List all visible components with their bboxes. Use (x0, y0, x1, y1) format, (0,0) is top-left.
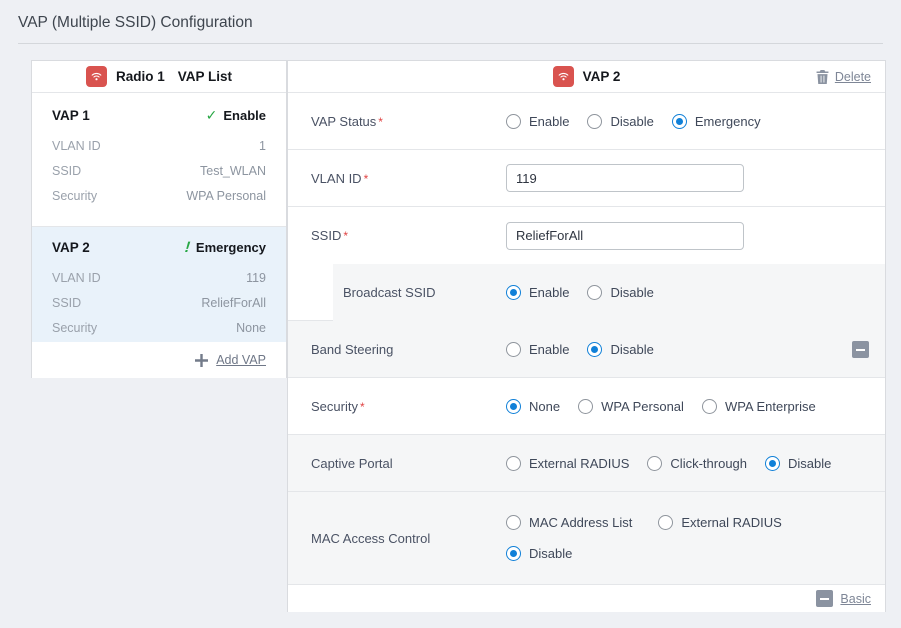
vap2-vlan-row: VLAN ID 119 (52, 265, 266, 290)
check-icon: ✓ (206, 107, 218, 124)
vap1-security-row: Security WPA Personal (52, 183, 266, 208)
collapse-band-steering-button[interactable] (852, 341, 869, 358)
radio-label: Radio 1 (116, 69, 165, 84)
radio-option-enable[interactable]: Enable (506, 114, 569, 129)
collapse-basic-button[interactable] (816, 590, 833, 607)
radio-option-enable[interactable]: Enable (506, 342, 569, 357)
security-row: Security* None WPA Personal WPA Enterpri… (288, 378, 885, 435)
vap1-ssid-row: SSID Test_WLAN (52, 158, 266, 183)
title-divider (18, 43, 883, 44)
radio-icon (506, 114, 521, 129)
radio-icon-checked (587, 342, 602, 357)
radio-option-disable[interactable]: Disable (765, 456, 831, 471)
ssid-section: SSID* Broadcast SSID Enable Disable (288, 207, 885, 321)
vap-list-panel: Radio 1 VAP List VAP 1 ✓ Enable VLAN ID … (31, 60, 287, 378)
radio-option-wpa-enterprise[interactable]: WPA Enterprise (702, 399, 816, 414)
broadcast-ssid-row: Broadcast SSID Enable Disable (333, 264, 885, 321)
radio-option-enable[interactable]: Enable (506, 285, 569, 300)
vlan-id-label: VLAN ID (311, 171, 362, 186)
vap-detail-header: VAP 2 Delete (288, 61, 885, 93)
required-mark: * (378, 115, 383, 129)
radio-icon-checked (765, 456, 780, 471)
vap1-status-label: Enable (223, 108, 266, 123)
security-label: Security (311, 399, 358, 414)
radio-option-click-through[interactable]: Click-through (647, 456, 747, 471)
radio-icon (647, 456, 662, 471)
vlan-id-row: VLAN ID* (288, 150, 885, 207)
radio-icon (587, 114, 602, 129)
radio-icon (506, 515, 521, 530)
detail-footer: Basic (288, 585, 885, 612)
radio-icon (658, 515, 673, 530)
vap-status-row: VAP Status* Enable Disable Emergency (288, 93, 885, 150)
ssid-row: SSID* (288, 207, 885, 264)
plus-icon (195, 354, 208, 367)
captive-portal-label: Captive Portal (311, 456, 506, 471)
exclamation-icon: ! (184, 239, 191, 256)
radio-icon-checked (506, 285, 521, 300)
required-mark: * (343, 229, 348, 243)
ssid-input[interactable] (506, 222, 744, 250)
trash-icon (816, 70, 829, 84)
mac-access-control-label: MAC Access Control (311, 492, 506, 584)
delete-label: Delete (835, 70, 871, 84)
vap1-name: VAP 1 (52, 108, 90, 123)
radio-option-disable[interactable]: Disable (587, 342, 653, 357)
radio-option-disable[interactable]: Disable (506, 546, 572, 561)
band-steering-row: Band Steering Enable Disable (288, 321, 885, 378)
vap2-ssid-row: SSID ReliefForAll (52, 290, 266, 315)
radio-icon (587, 285, 602, 300)
vap-detail-panel: VAP 2 Delete VAP Status* Enable Disable … (287, 60, 886, 612)
radio-icon-checked (672, 114, 687, 129)
required-mark: * (360, 400, 365, 414)
band-steering-label: Band Steering (311, 342, 506, 357)
vap2-status-badge: ! Emergency (185, 239, 266, 256)
required-mark: * (364, 172, 369, 186)
vap2-status-label: Emergency (196, 240, 266, 255)
page-title: VAP (Multiple SSID) Configuration (18, 14, 253, 32)
radio-option-external-radius[interactable]: External RADIUS (658, 515, 781, 530)
radio-icon (506, 456, 521, 471)
captive-portal-row: Captive Portal External RADIUS Click-thr… (288, 435, 885, 492)
mac-access-control-row: MAC Access Control MAC Address List Exte… (288, 492, 885, 585)
vap-list-title: VAP List (178, 69, 232, 84)
ssid-label: SSID (311, 228, 341, 243)
radio-icon-checked (506, 546, 521, 561)
basic-toggle-link[interactable]: Basic (840, 592, 871, 606)
radio-option-disable[interactable]: Disable (587, 285, 653, 300)
radio-option-mac-address-list[interactable]: MAC Address List (506, 515, 632, 530)
vap-list-item-vap1[interactable]: VAP 1 ✓ Enable VLAN ID 1 SSID Test_WLAN … (32, 93, 286, 227)
add-vap-button[interactable]: Add VAP (216, 353, 266, 367)
radio-icon (506, 342, 521, 357)
radio-option-disable[interactable]: Disable (587, 114, 653, 129)
vap-status-label: VAP Status (311, 114, 376, 129)
vap-list-header: Radio 1 VAP List (32, 61, 286, 93)
radio-icon (702, 399, 717, 414)
wifi-icon (86, 66, 107, 87)
vap2-security-row: Security None (52, 315, 266, 340)
radio-icon (578, 399, 593, 414)
add-vap-row: Add VAP (32, 342, 286, 378)
wifi-icon (553, 66, 574, 87)
radio-option-wpa-personal[interactable]: WPA Personal (578, 399, 684, 414)
radio-icon-checked (506, 399, 521, 414)
vap2-name: VAP 2 (52, 240, 90, 255)
radio-option-none[interactable]: None (506, 399, 560, 414)
broadcast-ssid-label: Broadcast SSID (343, 285, 506, 300)
radio-option-external-radius[interactable]: External RADIUS (506, 456, 629, 471)
vap-detail-title: VAP 2 (583, 69, 621, 84)
vap1-vlan-row: VLAN ID 1 (52, 133, 266, 158)
delete-vap-button[interactable]: Delete (816, 61, 871, 92)
vap-list-item-vap2[interactable]: VAP 2 ! Emergency VLAN ID 119 SSID Relie… (32, 227, 286, 342)
vlan-id-input[interactable] (506, 164, 744, 192)
vap1-status-badge: ✓ Enable (206, 107, 266, 124)
radio-option-emergency[interactable]: Emergency (672, 114, 761, 129)
